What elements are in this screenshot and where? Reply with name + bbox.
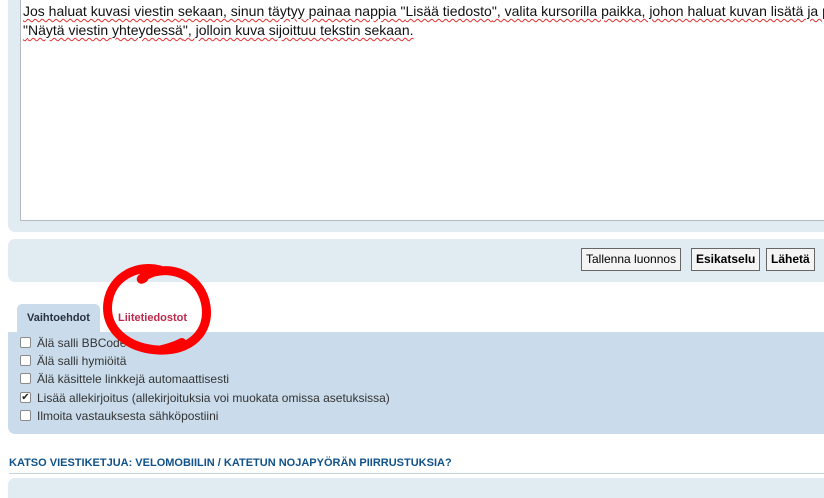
message-text: Lisää tiedosto: [405, 3, 492, 19]
message-line-1: Jos haluat kuvasi viestin sekaan, sinun …: [23, 2, 824, 21]
preview-button[interactable]: Esikatselu: [691, 248, 761, 271]
save-draft-button[interactable]: Tallenna luonnos: [581, 248, 682, 271]
message-text: ", jolloin kuva sijoittuu tekstin sekaan…: [182, 22, 414, 38]
option-label: Ilmoita vastauksesta sähköpostiini: [37, 409, 219, 423]
bottom-panel: [8, 478, 824, 498]
checkbox-checked[interactable]: ✔: [20, 392, 31, 403]
message-textarea[interactable]: Jos haluat kuvasi viestin sekaan, sinun …: [20, 0, 824, 221]
related-topic-link[interactable]: KATSO VIESTIKETJUA: VELOMOBIILIN / KATET…: [9, 457, 452, 469]
checkbox[interactable]: [20, 337, 31, 348]
checkbox[interactable]: [20, 410, 31, 421]
divider: [9, 473, 824, 474]
checkbox[interactable]: [20, 373, 31, 384]
checkbox[interactable]: [20, 355, 31, 366]
option-label: Älä salli hymiöitä: [37, 354, 127, 368]
option-label: Älä salli BBCode: [37, 336, 127, 350]
message-text: Näytä viestin yhteydessä: [27, 22, 183, 38]
submit-button[interactable]: Lähetä: [766, 248, 815, 271]
tab-options[interactable]: Vaihtoehdot: [17, 304, 100, 332]
message-text: Jos haluat kuvasi viestin sekaan, sinun …: [23, 3, 406, 19]
option-label: Älä käsittele linkkejä automaattisesti: [37, 372, 230, 386]
message-line-2: "Näytä viestin yhteydessä", jolloin kuva…: [23, 21, 824, 40]
tab-attachments[interactable]: Liitetiedostot: [108, 304, 198, 332]
message-text: ", valita kursorilla paikka, johon halua…: [491, 3, 824, 19]
option-label: Lisää allekirjoitus (allekirjoituksia vo…: [37, 391, 390, 405]
